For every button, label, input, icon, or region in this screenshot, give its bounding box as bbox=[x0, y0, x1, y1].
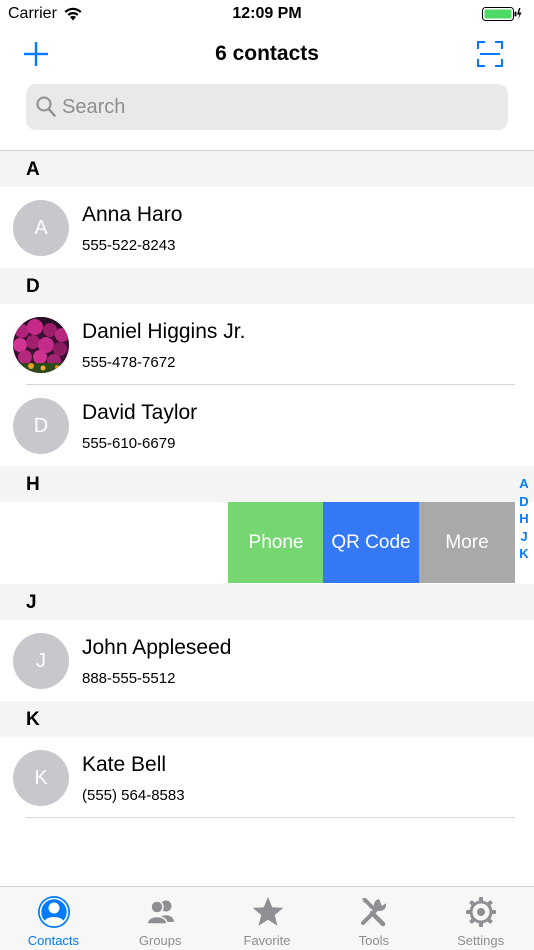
person-circle-icon bbox=[38, 896, 70, 928]
tab-settings[interactable]: Settings bbox=[427, 887, 534, 950]
tab-contacts[interactable]: Contacts bbox=[0, 887, 107, 950]
contact-row-john-appleseed[interactable]: J John Appleseed 888-555-5512 bbox=[0, 620, 515, 701]
contact-name: David Taylor bbox=[82, 401, 198, 424]
more-action-button[interactable]: More bbox=[419, 502, 515, 583]
contact-phone: 555-610-6679 bbox=[82, 435, 176, 452]
avatar: A bbox=[13, 200, 69, 256]
people-icon bbox=[146, 900, 174, 925]
nav-bar: 6 contacts bbox=[0, 28, 534, 80]
tab-label: Favorite bbox=[243, 933, 291, 948]
flower-photo-image bbox=[13, 317, 69, 373]
tools-icon bbox=[361, 898, 387, 927]
status-time: 12:09 PM bbox=[232, 5, 302, 22]
tab-label: Groups bbox=[138, 933, 182, 948]
section-header-d: D bbox=[0, 268, 534, 304]
section-header-j: J bbox=[0, 584, 534, 620]
section-letter: K bbox=[26, 709, 40, 730]
section-letter: A bbox=[26, 159, 40, 180]
tab-tools[interactable]: Tools bbox=[320, 887, 427, 950]
search-icon bbox=[36, 96, 56, 117]
tab-favorite[interactable]: Favorite bbox=[214, 887, 321, 950]
avatar: K bbox=[13, 750, 69, 806]
search-bar[interactable] bbox=[26, 84, 508, 130]
contact-row-daniel-higgins[interactable]: Daniel Higgins Jr. 555-478-7672 bbox=[0, 304, 515, 385]
tab-bar: Contacts Groups Favorite Tools Settings bbox=[0, 886, 534, 950]
scan-frame-icon bbox=[477, 41, 503, 67]
contact-phone: 888-555-5512 bbox=[82, 670, 176, 687]
contact-name: Daniel Higgins Jr. bbox=[82, 320, 246, 343]
avatar: D bbox=[13, 398, 69, 454]
contact-row-david-taylor[interactable]: D David Taylor 555-610-6679 bbox=[0, 385, 515, 466]
contact-phone: (555) 564-8583 bbox=[82, 787, 185, 804]
avatar: J bbox=[13, 633, 69, 689]
section-index[interactable]: A D H J K bbox=[516, 476, 532, 564]
tab-label: Contacts bbox=[27, 933, 80, 948]
tab-label: Settings bbox=[457, 933, 505, 948]
phone-action-button[interactable]: Phone bbox=[228, 502, 324, 583]
search-input[interactable] bbox=[62, 84, 492, 130]
status-bar: Carrier 12:09 PM bbox=[0, 0, 534, 28]
section-header-h: H bbox=[0, 466, 534, 502]
gear-icon bbox=[466, 897, 497, 927]
section-letter: H bbox=[26, 474, 40, 495]
contact-phone: 555-522-8243 bbox=[82, 237, 176, 254]
star-icon bbox=[252, 897, 283, 926]
section-letter: J bbox=[26, 592, 37, 613]
contact-name: John Appleseed bbox=[82, 636, 232, 659]
contact-phone: 555-478-7672 bbox=[82, 354, 176, 371]
index-letter-j[interactable]: J bbox=[516, 529, 532, 547]
qr-code-action-button[interactable]: QR Code bbox=[323, 502, 419, 583]
section-header-k: K bbox=[0, 701, 534, 737]
index-letter-h[interactable]: H bbox=[516, 511, 532, 529]
scan-button[interactable] bbox=[476, 40, 504, 68]
swiped-contact-row[interactable]: Phone QR Code More bbox=[0, 502, 515, 583]
page-title: 6 contacts bbox=[215, 42, 319, 65]
index-letter-k[interactable]: K bbox=[516, 546, 532, 564]
index-letter-a[interactable]: A bbox=[516, 476, 532, 494]
section-header-a: A bbox=[0, 151, 534, 187]
index-letter-d[interactable]: D bbox=[516, 494, 532, 512]
avatar-photo bbox=[13, 317, 69, 373]
contact-name: Kate Bell bbox=[82, 753, 167, 776]
contact-row-anna-haro[interactable]: A Anna Haro 555-522-8243 bbox=[0, 187, 515, 268]
contact-row-kate-bell[interactable]: K Kate Bell (555) 564-8583 bbox=[0, 737, 515, 818]
tab-label: Tools bbox=[358, 933, 389, 948]
section-letter: D bbox=[26, 276, 40, 297]
battery-icon bbox=[482, 7, 522, 21]
row-divider bbox=[26, 817, 515, 818]
contact-name: Anna Haro bbox=[82, 203, 183, 226]
tab-groups[interactable]: Groups bbox=[107, 887, 214, 950]
